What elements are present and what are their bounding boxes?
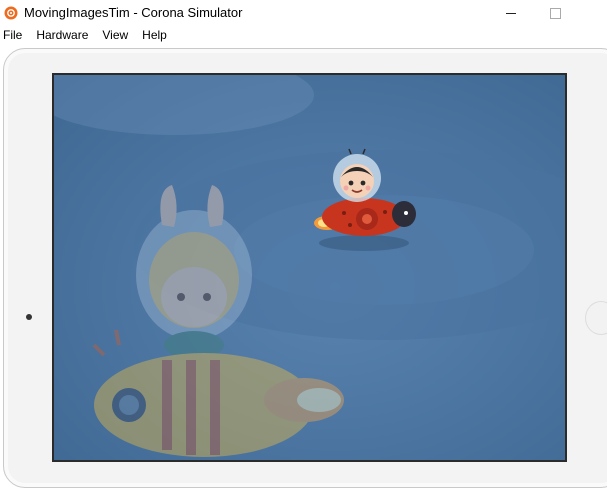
home-button[interactable] [585,301,607,335]
menu-hardware[interactable]: Hardware [33,28,88,42]
maximize-button[interactable] [532,0,578,26]
game-canvas [54,75,565,460]
menu-help[interactable]: Help [139,28,167,42]
maximize-icon [549,7,561,19]
minimize-icon [506,12,516,14]
simulator-screen[interactable] [52,73,567,462]
menu-view[interactable]: View [99,28,128,42]
title-bar: MovingImagesTim - Corona Simulator [0,0,607,26]
window-title: MovingImagesTim - Corona Simulator [24,5,243,20]
camera-icon [26,314,32,320]
menu-bar: File Hardware View Help [0,26,607,44]
minimize-button[interactable] [488,0,534,26]
corona-logo-icon [4,6,18,20]
menu-file[interactable]: File [0,28,22,42]
